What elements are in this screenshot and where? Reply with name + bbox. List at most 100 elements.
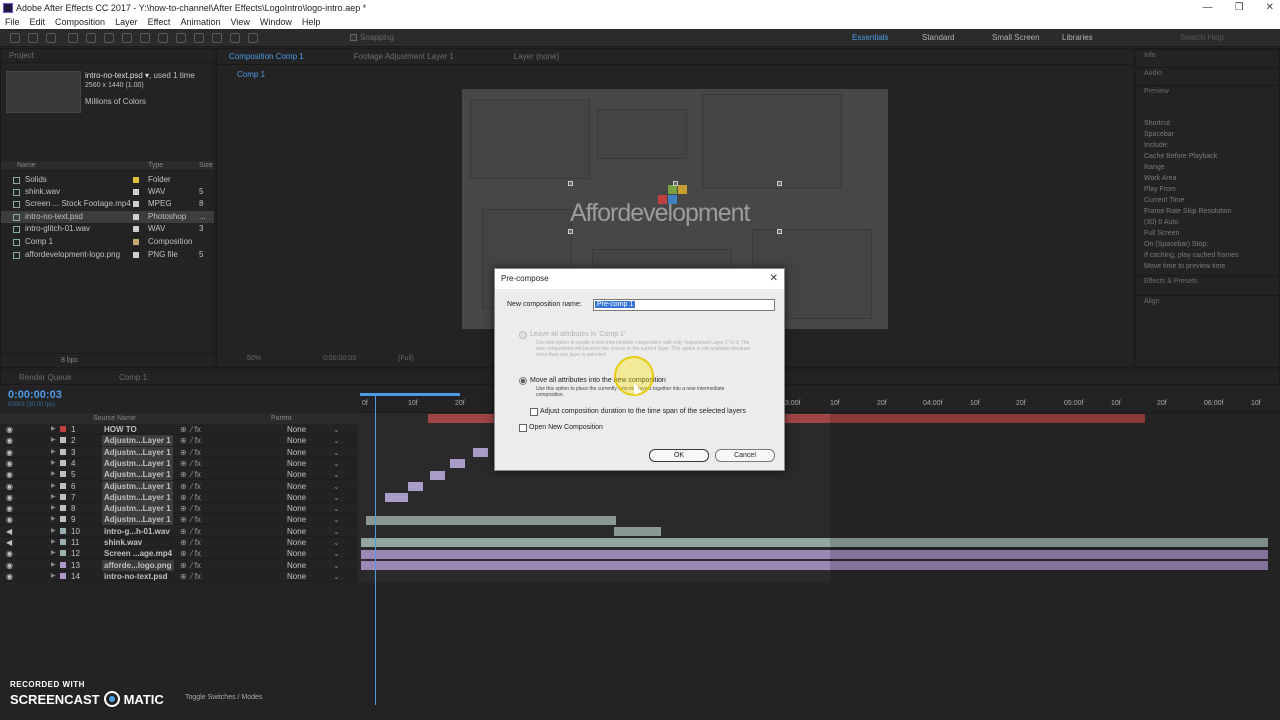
layer-name[interactable]: Screen ...age.mp4 — [104, 548, 172, 559]
layer-label-color[interactable] — [60, 550, 66, 557]
layer-duration-bar[interactable] — [450, 459, 465, 469]
layer-switches[interactable]: ⊕ ⁄ fx — [180, 469, 201, 480]
visibility-eye-icon[interactable]: ◉ — [6, 424, 13, 435]
workspace-small-screen[interactable]: Small Screen — [992, 33, 1062, 42]
visibility-eye-icon[interactable]: ◉ — [6, 492, 13, 503]
audio-panel-header[interactable]: Audio — [1136, 67, 1279, 79]
menu-file[interactable]: File — [5, 16, 20, 29]
cancel-button[interactable]: Cancel — [715, 449, 775, 462]
chevron-down-icon[interactable]: ⌄ — [333, 514, 340, 525]
chevron-down-icon[interactable]: ⌄ — [333, 503, 340, 514]
move-attributes-radio[interactable] — [519, 377, 527, 385]
project-item[interactable]: shink.wav WAV 5 — [1, 186, 214, 198]
parent-dropdown[interactable]: None — [287, 492, 306, 503]
label-color-swatch[interactable] — [133, 177, 139, 183]
transform-handle[interactable] — [777, 181, 782, 186]
twirl-arrow-icon[interactable]: ▶ — [51, 537, 56, 548]
leave-attributes-radio[interactable] — [519, 331, 527, 339]
label-color-swatch[interactable] — [133, 239, 139, 245]
layer-label-color[interactable] — [60, 437, 66, 444]
layer-duration-bar[interactable] — [385, 493, 408, 503]
parent-dropdown[interactable]: None — [287, 458, 306, 469]
visibility-eye-icon[interactable]: ◉ — [6, 514, 13, 525]
layer-name[interactable]: afforde...logo.png — [102, 559, 174, 571]
hand-tool-icon[interactable] — [28, 33, 38, 43]
menu-layer[interactable]: Layer — [115, 16, 138, 29]
layer-label-color[interactable] — [60, 471, 66, 478]
brush-tool-icon[interactable] — [176, 33, 186, 43]
transform-handle[interactable] — [568, 181, 573, 186]
transform-handle[interactable] — [777, 229, 782, 234]
layer-switches[interactable]: ⊕ ⁄ fx — [180, 571, 201, 582]
pan-behind-tool-icon[interactable] — [104, 33, 114, 43]
layer-name[interactable]: Adjustm...Layer 1 — [102, 503, 173, 515]
search-help-input[interactable]: Search Help — [1180, 33, 1224, 42]
tab-render-queue[interactable]: Render Queue — [19, 370, 71, 386]
mask-tool-icon[interactable] — [122, 33, 132, 43]
twirl-arrow-icon[interactable]: ▶ — [51, 458, 56, 469]
twirl-arrow-icon[interactable]: ▶ — [51, 560, 56, 571]
label-color-swatch[interactable] — [133, 252, 139, 258]
menu-composition[interactable]: Composition — [55, 16, 105, 29]
range-dropdown[interactable]: Work Area — [1144, 173, 1271, 184]
twirl-arrow-icon[interactable]: ▶ — [51, 424, 56, 435]
layer-label-color[interactable] — [60, 448, 66, 455]
layer-label-color[interactable] — [60, 426, 66, 432]
twirl-arrow-icon[interactable]: ▶ — [51, 571, 56, 582]
maximize-button[interactable]: ❐ — [1235, 0, 1244, 16]
layer-row[interactable]: ◉ ▶ 12 Screen ...age.mp4 ⊕ ⁄ fx None ⌄ — [0, 548, 358, 560]
camera-tool-icon[interactable] — [86, 33, 96, 43]
project-item[interactable]: Comp 1 Composition — [1, 236, 214, 248]
layer-name[interactable]: intro-g...h-01.wav — [104, 526, 170, 537]
layer-label-color[interactable] — [60, 516, 66, 523]
parent-dropdown[interactable]: None — [287, 514, 306, 525]
layer-name[interactable]: Adjustm...Layer 1 — [102, 435, 173, 447]
layer-label-color[interactable] — [60, 493, 66, 500]
project-item[interactable]: Screen ... Stock Footage.mp4 MPEG 8 — [1, 198, 214, 210]
align-header[interactable]: Align — [1136, 295, 1279, 307]
chevron-down-icon[interactable]: ⌄ — [333, 571, 340, 582]
cache-before-playback-checkbox[interactable]: Cache Before Playback — [1144, 151, 1271, 162]
resolution-dropdown[interactable]: (Full) — [398, 355, 414, 362]
label-color-swatch[interactable] — [133, 214, 139, 220]
close-button[interactable]: ✕ — [1266, 0, 1274, 16]
visibility-eye-icon[interactable]: ◉ — [6, 435, 13, 446]
visibility-eye-icon[interactable]: ◉ — [6, 560, 13, 571]
menu-effect[interactable]: Effect — [148, 16, 171, 29]
chevron-down-icon[interactable]: ⌄ — [333, 424, 340, 435]
clone-tool-icon[interactable] — [194, 33, 204, 43]
menu-edit[interactable]: Edit — [30, 16, 46, 29]
layer-duration-bar[interactable] — [614, 527, 661, 536]
layer-label-color[interactable] — [60, 505, 66, 512]
layer-name[interactable]: HOW TO — [104, 424, 137, 435]
pen-tool-icon[interactable] — [140, 33, 150, 43]
visibility-eye-icon[interactable]: ◉ — [6, 548, 13, 559]
chevron-down-icon[interactable]: ⌄ — [333, 458, 340, 469]
layer-label-color[interactable] — [60, 482, 66, 489]
layer-row[interactable]: ◉ ▶ 3 Adjustm...Layer 1 ⊕ ⁄ fx None ⌄ — [0, 446, 358, 458]
menu-help[interactable]: Help — [302, 16, 321, 29]
selection-tool-icon[interactable] — [10, 33, 20, 43]
layer-label-color[interactable] — [60, 572, 66, 579]
layer-label-color[interactable] — [60, 459, 66, 466]
comp-breadcrumb[interactable]: Comp 1 — [237, 70, 265, 79]
layer-row[interactable]: ◉ ▶ 13 afforde...logo.png ⊕ ⁄ fx None ⌄ — [0, 559, 358, 571]
chevron-down-icon[interactable]: ⌄ — [333, 537, 340, 548]
source-name-header[interactable]: Source Name — [93, 413, 136, 424]
layer-switches[interactable]: ⊕ ⁄ fx — [180, 447, 201, 458]
project-item[interactable]: intro-no-text.psd Photoshop... — [1, 211, 214, 223]
twirl-arrow-icon[interactable]: ▶ — [51, 447, 56, 458]
layer-switches[interactable]: ⊕ ⁄ fx — [180, 560, 201, 571]
parent-dropdown[interactable]: None — [287, 447, 306, 458]
layer-row[interactable]: ◉ ▶ 2 Adjustm...Layer 1 ⊕ ⁄ fx None ⌄ — [0, 435, 358, 447]
resolution-dropdown[interactable]: Auto — [1164, 219, 1178, 226]
tab-timeline-comp1[interactable]: Comp 1 — [119, 370, 147, 386]
layer-name[interactable]: Adjustm...Layer 1 — [102, 446, 173, 458]
chevron-down-icon[interactable]: ⌄ — [333, 492, 340, 503]
visibility-eye-icon[interactable]: ◉ — [6, 571, 13, 582]
layer-duration-bar[interactable] — [430, 470, 445, 480]
layer-switches[interactable]: ⊕ ⁄ fx — [180, 458, 201, 469]
twirl-arrow-icon[interactable]: ▶ — [51, 435, 56, 446]
shortcut-dropdown[interactable]: Spacebar — [1144, 129, 1271, 140]
twirl-arrow-icon[interactable]: ▶ — [51, 514, 56, 525]
